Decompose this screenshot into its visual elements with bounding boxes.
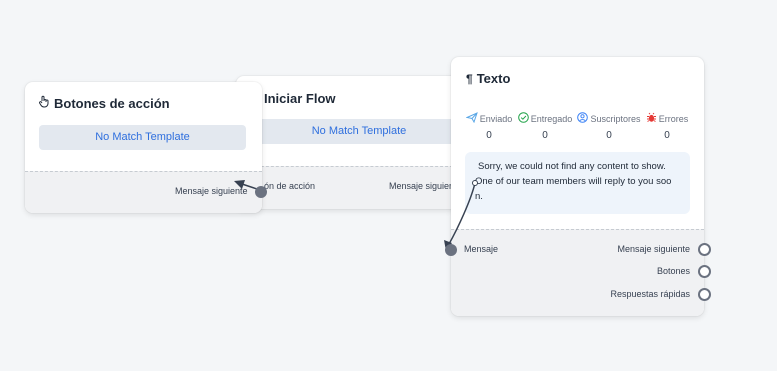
port-input-texto[interactable] — [445, 244, 457, 256]
wire-arrowhead — [234, 180, 245, 189]
wire-source-point — [472, 180, 478, 186]
port-output-botones[interactable] — [698, 265, 711, 278]
wire-texto-loop — [448, 182, 476, 245]
port-output-mensaje-siguiente[interactable] — [698, 243, 711, 256]
connection-wires — [234, 180, 478, 251]
port-input-iniciar-flow[interactable] — [255, 186, 267, 198]
port-output-respuestas-rapidas[interactable] — [698, 288, 711, 301]
